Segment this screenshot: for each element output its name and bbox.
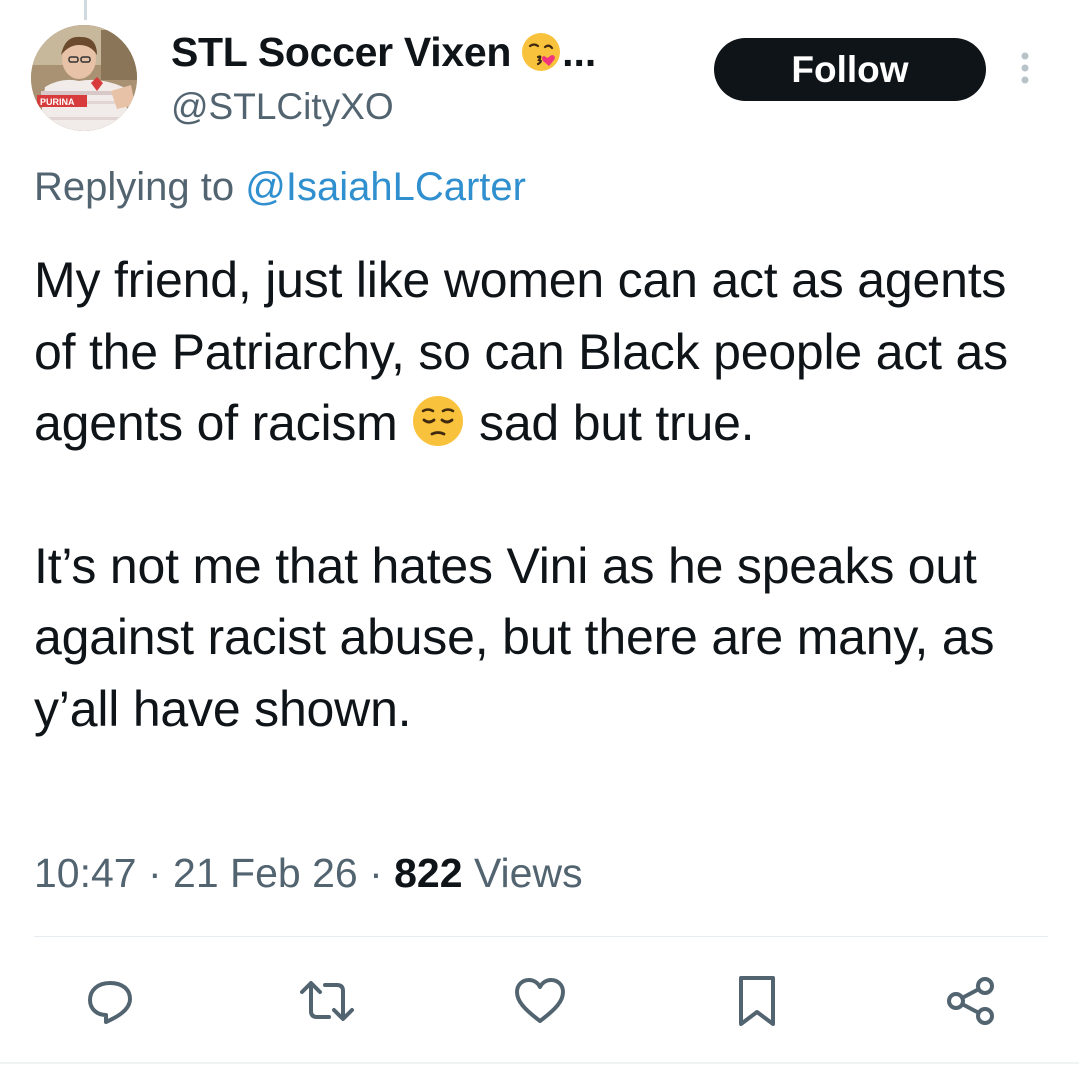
thread-connector-line [84, 0, 87, 20]
views-label[interactable]: Views [463, 850, 583, 896]
avatar-shirt-text: PURINA [40, 97, 75, 107]
tweet-time[interactable]: 10:47 [34, 850, 137, 896]
bookmark-icon [739, 976, 775, 1026]
tweet-text-part-2: sad but true. [465, 395, 755, 451]
replying-to-label: Replying to [34, 165, 246, 209]
replying-to-handle-link[interactable]: @IsaiahLCarter [245, 165, 526, 209]
tweet-metadata: 10:47 · 21 Feb 26 · 822 Views [34, 850, 583, 897]
follow-button[interactable]: Follow [714, 38, 986, 101]
meta-separator: · [357, 850, 395, 896]
like-button[interactable] [505, 966, 575, 1036]
author-display-name[interactable]: STL Soccer Vixen [171, 29, 511, 76]
heart-icon [515, 978, 565, 1023]
meta-separator: · [136, 850, 174, 896]
avatar[interactable]: PURINA [31, 25, 137, 131]
retweet-button[interactable] [292, 966, 362, 1036]
divider [34, 936, 1048, 937]
replying-to-line: Replying to @IsaiahLCarter [34, 165, 526, 210]
retweet-icon [300, 981, 354, 1021]
pensive-face-emoji-icon [413, 396, 464, 446]
tweet-date[interactable]: 21 Feb 26 [173, 850, 358, 896]
author-name-row[interactable]: STL Soccer Vixen ... [171, 28, 596, 76]
reply-icon [88, 981, 132, 1024]
name-truncation-ellipsis: ... [562, 28, 597, 75]
more-options-icon[interactable] [1012, 48, 1038, 88]
reply-button[interactable] [75, 966, 145, 1036]
views-count[interactable]: 822 [394, 850, 462, 896]
share-icon [947, 977, 994, 1025]
tweet-action-bar [0, 966, 1079, 1036]
author-handle[interactable]: @STLCityXO [171, 86, 394, 128]
tweet-paragraph-2: It’s not me that hates Vini as he speaks… [34, 537, 995, 737]
share-button[interactable] [936, 966, 1006, 1036]
tweet-text: My friend, just like women can act as ag… [34, 245, 1044, 745]
face-blowing-a-kiss-emoji-icon [522, 33, 561, 71]
bottom-border [0, 1062, 1079, 1064]
avatar-image: PURINA [31, 25, 137, 131]
tweet-paragraph-1: My friend, just like women can act as ag… [34, 245, 1044, 460]
bookmark-button[interactable] [722, 966, 792, 1036]
